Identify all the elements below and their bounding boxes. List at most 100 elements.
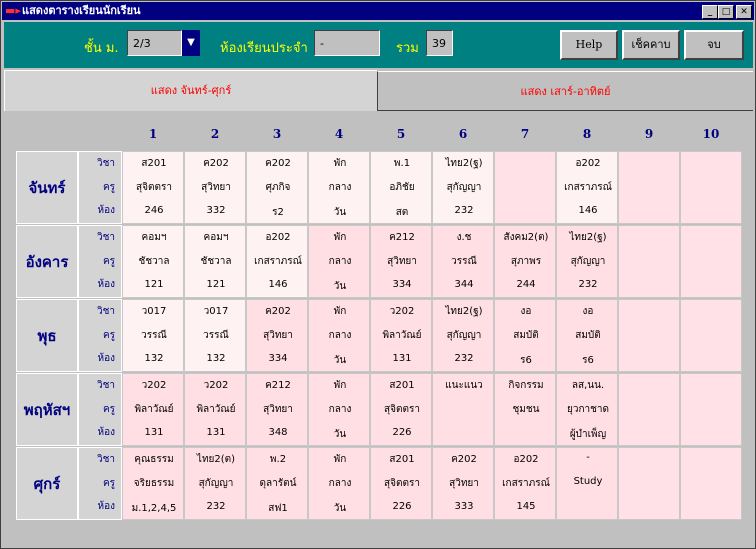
empty-period-cell[interactable] xyxy=(680,299,742,372)
period-cell[interactable]: พัก กลาง วัน xyxy=(308,373,370,446)
period-cell[interactable]: ลส,นน. ยุวกาชาด ผู้บำเพ็ญ xyxy=(556,373,618,446)
grade-select[interactable]: 2/3 xyxy=(127,30,182,56)
subject-text: ส201 xyxy=(389,454,415,465)
minimize-button[interactable]: _ xyxy=(702,5,718,19)
period-cell[interactable]: - Study xyxy=(556,447,618,520)
row-key-labels: วิชา ครู ห้อง xyxy=(78,299,122,372)
period-cell[interactable]: ไทย2(ฐ) สุกัญญา 232 xyxy=(556,225,618,298)
subject-text: พัก xyxy=(333,306,347,317)
period-cell[interactable]: อ202 เกสราภรณ์ 146 xyxy=(556,151,618,224)
close-button[interactable]: ✕ xyxy=(736,5,752,19)
subject-text: ส201 xyxy=(389,380,415,391)
period-cell[interactable]: กิจกรรม ชุมชน xyxy=(494,373,556,446)
period-cell[interactable]: คอมฯ ชัชวาล 121 xyxy=(122,225,184,298)
period-cell[interactable]: พัก กลาง วัน xyxy=(308,151,370,224)
period-cell[interactable]: ว017 วรรณี 132 xyxy=(122,299,184,372)
empty-period-cell[interactable] xyxy=(618,447,680,520)
empty-period-cell[interactable] xyxy=(618,299,680,372)
period-cell[interactable]: ค212 สุวิทยา 334 xyxy=(370,225,432,298)
teacher-text: สุวิทยา xyxy=(263,330,293,341)
dropdown-arrow-icon[interactable]: ▼ xyxy=(182,30,200,56)
period-cell[interactable]: คุณธรรม จริยธรรม ม.1,2,4,5 xyxy=(122,447,184,520)
room-text: 344 xyxy=(454,279,474,290)
subject-text: ไทย2(ฐ) xyxy=(445,158,483,169)
period-cell[interactable]: ว202 พิลาวัณย์ 131 xyxy=(184,373,246,446)
teacher-text: สุภาพร xyxy=(510,256,542,267)
period-cell[interactable]: พัก กลาง วัน xyxy=(308,447,370,520)
period-cell[interactable]: พ.1 อภิชัย สต xyxy=(370,151,432,224)
empty-period-cell[interactable] xyxy=(680,373,742,446)
period-cell[interactable]: อ202 เกสราภรณ์ 146 xyxy=(246,225,308,298)
subject-text: แนะแนว xyxy=(445,380,483,391)
period-cell[interactable]: ง.ช วรรณี 344 xyxy=(432,225,494,298)
period-cell[interactable]: ว202 พิลาวัณย์ 131 xyxy=(370,299,432,372)
period-cell[interactable]: ค212 สุวิทยา 348 xyxy=(246,373,308,446)
teacher-text: วรรณี xyxy=(141,330,167,341)
period-cell[interactable]: คอมฯ ชัชวาล 121 xyxy=(184,225,246,298)
empty-period-cell[interactable] xyxy=(680,225,742,298)
subject-text: อ202 xyxy=(265,232,291,243)
teacher-text: พิลาวัณย์ xyxy=(196,404,236,415)
room-text: ร6 xyxy=(582,355,594,366)
empty-period-cell[interactable] xyxy=(680,447,742,520)
homeroom-label: ห้องเรียนประจำ xyxy=(220,41,308,56)
period-cell[interactable]: พัก กลาง วัน xyxy=(308,299,370,372)
room-text: 348 xyxy=(268,427,288,438)
subject-text: งอ xyxy=(582,306,594,317)
room-text: ร2 xyxy=(272,207,284,218)
room-text: ผู้บำเพ็ญ xyxy=(569,429,607,440)
period-cell[interactable]: ค202 สุวิทยา 333 xyxy=(432,447,494,520)
empty-period-cell[interactable] xyxy=(618,225,680,298)
period-cell[interactable]: ว017 วรรณี 132 xyxy=(184,299,246,372)
period-cell[interactable]: ไทย2(ฐ) สุกัญญา 232 xyxy=(432,299,494,372)
tab-weekdays[interactable]: แสดง จันทร์-ศุกร์ xyxy=(4,70,377,112)
room-text: 226 xyxy=(392,427,412,438)
period-cell[interactable]: ค202 สุวิทยา 332 xyxy=(184,151,246,224)
maximize-button[interactable]: □ xyxy=(718,5,734,19)
subject-text: พัก xyxy=(333,454,347,465)
period-cell[interactable]: ส201 สุจิตตรา 246 xyxy=(122,151,184,224)
check-periods-button[interactable]: เช็คคาบ xyxy=(622,30,680,60)
title-bar[interactable]: ▬▸ แสดงตารางเรียนนักเรียน _ □ ✕ xyxy=(2,2,754,20)
period-cell[interactable]: ส201 สุจิตตรา 226 xyxy=(370,447,432,520)
total-field[interactable]: 39 xyxy=(426,30,453,56)
homeroom-field[interactable]: - xyxy=(314,30,380,56)
period-header: 3 xyxy=(272,127,282,141)
help-button[interactable]: Help xyxy=(560,30,618,60)
row-key-label: วิชา xyxy=(96,454,115,465)
empty-period-cell[interactable] xyxy=(494,151,556,224)
empty-period-cell[interactable] xyxy=(618,151,680,224)
room-text: 131 xyxy=(144,427,164,438)
teacher-text: กลาง xyxy=(328,182,352,193)
empty-period-cell[interactable] xyxy=(680,151,742,224)
subject-text: พัก xyxy=(333,232,347,243)
period-header: 4 xyxy=(334,127,344,141)
subject-text: - xyxy=(586,452,590,463)
subject-text: งอ xyxy=(520,306,532,317)
period-cell[interactable]: งอ สมบัติ ร6 xyxy=(494,299,556,372)
teacher-text: วรรณี xyxy=(203,330,229,341)
period-cell[interactable]: ไทย2(ต) สุกัญญา 232 xyxy=(184,447,246,520)
period-cell[interactable]: ส201 สุจิตตรา 226 xyxy=(370,373,432,446)
period-cell[interactable]: สังคม2(ต) สุภาพร 244 xyxy=(494,225,556,298)
teacher-text: ชัชวาล xyxy=(200,256,232,267)
teacher-text: สุวิทยา xyxy=(263,404,293,415)
empty-period-cell[interactable] xyxy=(618,373,680,446)
subject-text: ง.ช xyxy=(456,232,472,243)
room-text: 244 xyxy=(516,279,536,290)
exit-button[interactable]: จบ xyxy=(684,30,744,60)
period-cell[interactable]: แนะแนว xyxy=(432,373,494,446)
period-cell[interactable]: ไทย2(ฐ) สุกัญญา 232 xyxy=(432,151,494,224)
period-cell[interactable]: ค202 ศุภกิจ ร2 xyxy=(246,151,308,224)
grade-label: ชั้น ม. xyxy=(84,41,119,56)
subject-text: ว017 xyxy=(203,306,229,317)
room-text: 121 xyxy=(144,279,164,290)
period-cell[interactable]: พัก กลาง วัน xyxy=(308,225,370,298)
period-cell[interactable]: พ.2 ดุลารัตน์ สฟ1 xyxy=(246,447,308,520)
period-cell[interactable]: อ202 เกสราภรณ์ 145 xyxy=(494,447,556,520)
period-cell[interactable]: งอ สมบัติ ร6 xyxy=(556,299,618,372)
tab-weekend[interactable]: แสดง เสาร์-อาทิตย์ xyxy=(377,71,753,111)
period-header: 5 xyxy=(396,127,406,141)
period-cell[interactable]: ว202 พิลาวัณย์ 131 xyxy=(122,373,184,446)
period-cell[interactable]: ค202 สุวิทยา 334 xyxy=(246,299,308,372)
